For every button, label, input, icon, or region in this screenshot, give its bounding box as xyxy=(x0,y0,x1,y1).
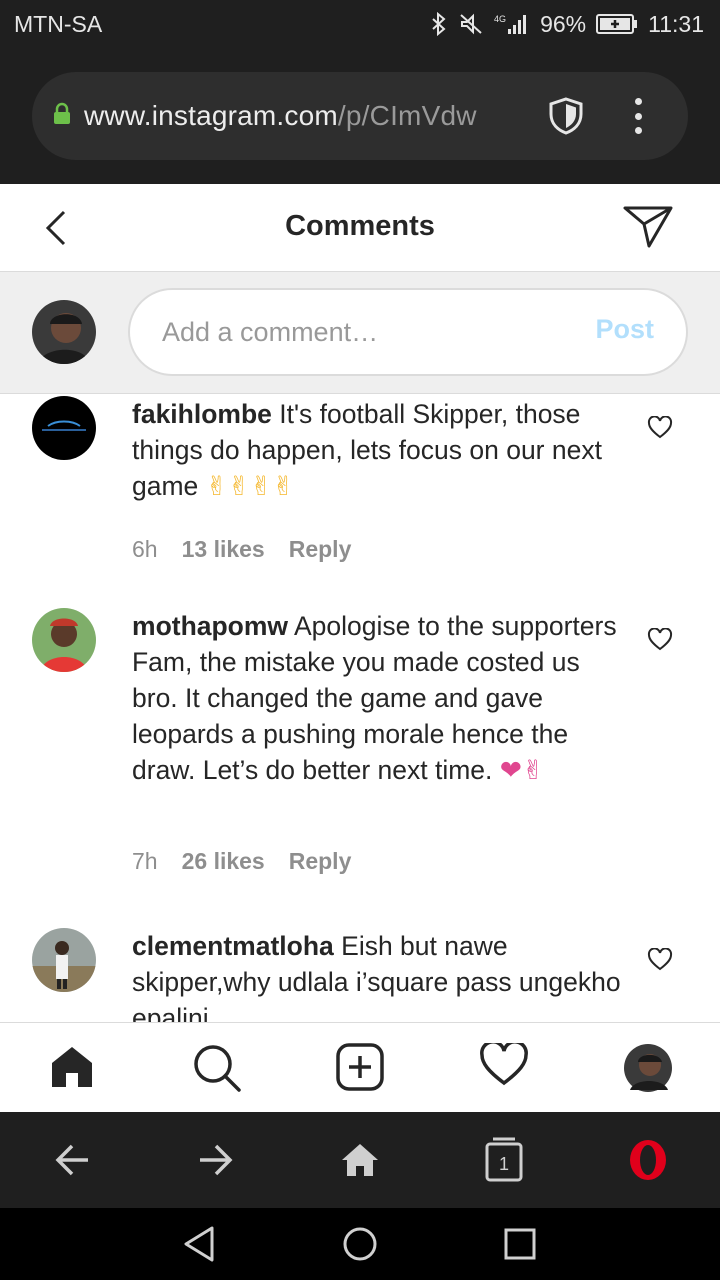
reply-button[interactable]: Reply xyxy=(289,848,352,875)
like-heart-icon[interactable] xyxy=(647,627,673,657)
home-icon[interactable] xyxy=(340,1136,380,1189)
comment-username[interactable]: fakihlombe xyxy=(132,399,272,429)
back-arrow-icon[interactable] xyxy=(40,208,72,253)
more-vert-icon[interactable] xyxy=(628,98,648,134)
lock-icon xyxy=(52,102,72,131)
comment-likes[interactable]: 26 likes xyxy=(182,848,265,875)
comments-header: Comments xyxy=(0,184,720,272)
comment-time: 7h xyxy=(132,848,158,874)
comment-input[interactable] xyxy=(162,312,562,352)
instagram-comments-page: Comments Post fakihlombe It's football S… xyxy=(0,184,720,1112)
status-bar: MTN-SA 4G 96% 11:31 xyxy=(0,0,720,48)
url-text[interactable]: www.instagram.com/p/CImVdw xyxy=(84,100,529,132)
search-icon[interactable] xyxy=(192,1043,242,1098)
comment-emoji: ✌✌✌✌ xyxy=(205,471,295,501)
nav-back-icon[interactable] xyxy=(182,1225,218,1268)
comment-time: 6h xyxy=(132,536,158,562)
like-heart-icon[interactable] xyxy=(647,415,673,445)
clock: 11:31 xyxy=(648,10,704,37)
comment-meta: 6h 13 likes Reply xyxy=(132,536,351,563)
nav-recents-icon[interactable] xyxy=(502,1225,538,1268)
profile-avatar[interactable] xyxy=(624,1044,672,1097)
add-comment-bar: Post xyxy=(0,272,720,394)
browser-toolbar: www.instagram.com/p/CImVdw xyxy=(0,48,720,184)
comment-text: clementmatloha Eish but nawe skipper,why… xyxy=(132,928,622,1022)
comment-text: mothapomw Apologise to the supporters Fa… xyxy=(132,608,622,788)
bottom-nav xyxy=(0,1022,720,1112)
comment-item: mothapomw Apologise to the supporters Fa… xyxy=(0,608,720,908)
tabs-icon[interactable]: 1 xyxy=(484,1136,524,1189)
comments-list: fakihlombe It's football Skipper, those … xyxy=(0,394,720,1022)
comment-username[interactable]: clementmatloha xyxy=(132,931,334,961)
like-heart-icon[interactable] xyxy=(647,947,673,977)
avatar[interactable] xyxy=(32,396,96,460)
mute-icon xyxy=(458,12,484,36)
comment-likes[interactable]: 13 likes xyxy=(182,536,265,563)
carrier-label: MTN-SA xyxy=(14,10,103,37)
url-path: /p/CImVdw xyxy=(337,100,477,131)
battery-icon xyxy=(596,13,638,35)
back-icon[interactable] xyxy=(54,1136,90,1189)
reply-button[interactable]: Reply xyxy=(289,536,352,563)
activity-heart-icon[interactable] xyxy=(480,1040,528,1092)
new-post-icon[interactable] xyxy=(336,1043,384,1096)
home-icon[interactable] xyxy=(48,1043,96,1096)
android-nav-bar xyxy=(0,1208,720,1280)
opera-icon[interactable] xyxy=(626,1136,670,1189)
comment-username[interactable]: mothapomw xyxy=(132,611,288,641)
network-type-label: 4G xyxy=(494,14,506,24)
signal-icon: 4G xyxy=(494,12,530,36)
comment-emoji: ❤✌ xyxy=(499,755,545,785)
avatar[interactable] xyxy=(32,928,96,992)
shield-icon[interactable] xyxy=(546,96,586,141)
address-bar[interactable]: www.instagram.com/p/CImVdw xyxy=(32,72,688,160)
battery-percent: 96% xyxy=(540,10,587,37)
tab-count: 1 xyxy=(499,1154,509,1174)
url-host: www.instagram.com xyxy=(84,100,338,131)
avatar[interactable] xyxy=(32,608,96,672)
comment-text: fakihlombe It's football Skipper, those … xyxy=(132,396,622,504)
status-indicators: 4G 96% 11:31 xyxy=(430,11,704,38)
avatar xyxy=(32,300,96,364)
comment-item: clementmatloha Eish but nawe skipper,why… xyxy=(0,928,720,1022)
post-button[interactable]: Post xyxy=(595,314,654,345)
comment-meta: 7h 26 likes Reply xyxy=(132,848,351,875)
comment-item: fakihlombe It's football Skipper, those … xyxy=(0,396,720,606)
send-direct-icon[interactable] xyxy=(622,204,674,255)
comment-input-box: Post xyxy=(128,288,688,376)
browser-bottom-bar: 1 xyxy=(0,1112,720,1208)
page-title: Comments xyxy=(285,210,435,242)
bluetooth-icon xyxy=(430,12,448,36)
forward-icon[interactable] xyxy=(198,1136,234,1189)
nav-home-icon[interactable] xyxy=(342,1225,378,1268)
